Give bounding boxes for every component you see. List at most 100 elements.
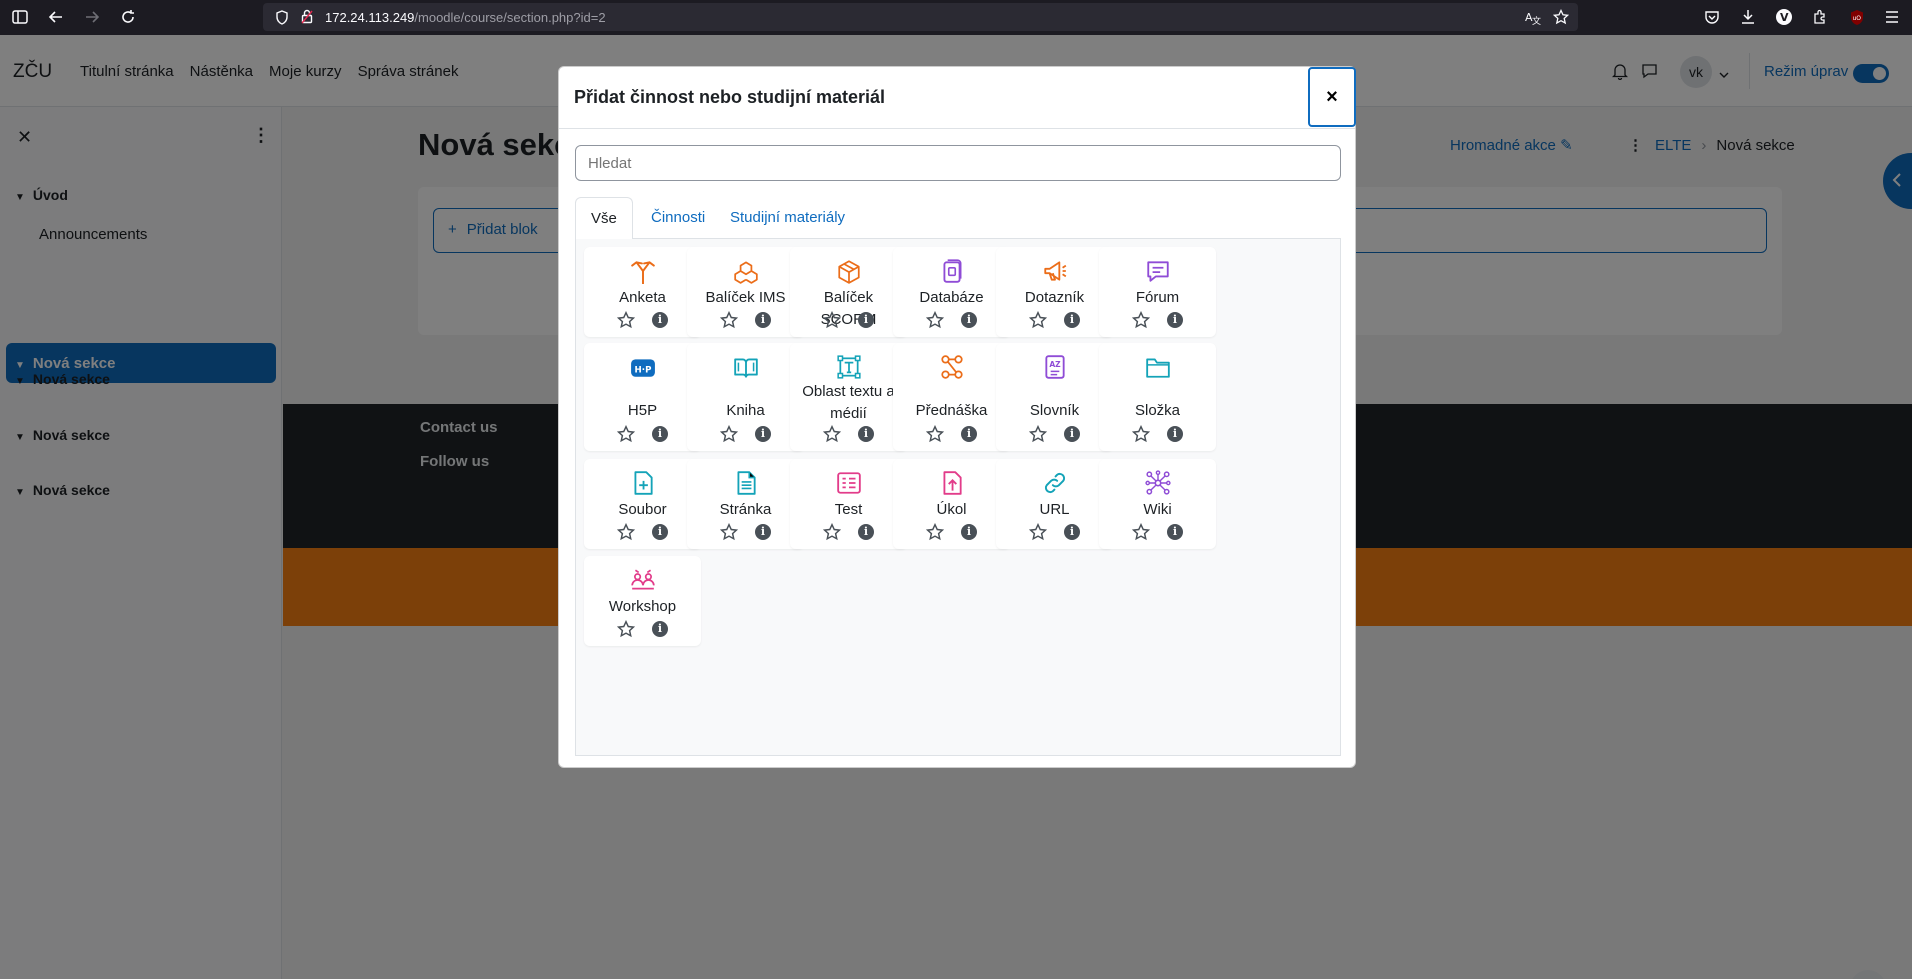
activity-option[interactable]: Balíček IMS i: [687, 247, 804, 337]
star-icon[interactable]: [1131, 522, 1151, 541]
activity-option-label: Balíček SCORM: [820, 289, 877, 328]
info-icon[interactable]: i: [652, 524, 668, 540]
activity-option[interactable]: Dotazník i: [996, 247, 1113, 337]
activity-option[interactable]: Test i: [790, 459, 907, 549]
star-icon[interactable]: [616, 424, 636, 443]
star-icon[interactable]: [1028, 522, 1048, 541]
file-icon: [584, 470, 701, 498]
menu-icon[interactable]: [1882, 7, 1902, 27]
translate-icon[interactable]: A文: [1525, 9, 1541, 30]
info-icon[interactable]: i: [755, 426, 771, 442]
info-icon[interactable]: i: [961, 426, 977, 442]
quiz-icon: [790, 470, 907, 498]
info-icon[interactable]: i: [755, 524, 771, 540]
star-icon[interactable]: [1131, 424, 1151, 443]
tab-all[interactable]: Vše: [575, 197, 633, 240]
activity-option[interactable]: Oblast textu a médií i: [790, 343, 907, 451]
info-icon[interactable]: i: [1167, 312, 1183, 328]
pocket-icon[interactable]: [1702, 7, 1722, 27]
info-icon[interactable]: i: [652, 426, 668, 442]
star-icon[interactable]: [925, 424, 945, 443]
activity-option[interactable]: Přednáška i: [893, 343, 1010, 451]
profile-v-icon[interactable]: V: [1774, 7, 1794, 27]
url-bar[interactable]: 172.24.113.249/moodle/course/section.php…: [263, 3, 1578, 31]
star-icon[interactable]: [719, 522, 739, 541]
shield-icon[interactable]: [275, 10, 289, 30]
star-icon[interactable]: [822, 310, 842, 329]
tab-activities[interactable]: Činnosti: [636, 197, 720, 239]
activity-option-label: H5P: [627, 402, 658, 419]
star-icon[interactable]: [822, 522, 842, 541]
info-icon[interactable]: i: [858, 426, 874, 442]
tab-resources[interactable]: Studijní materiály: [715, 197, 860, 239]
activity-option-label: Anketa: [619, 289, 666, 306]
url-icon: [996, 470, 1113, 498]
scorm-package-icon: [790, 258, 907, 286]
activity-option-label: Stránka: [719, 501, 772, 518]
glossary-icon: AZ: [996, 354, 1113, 382]
activity-option-label: Fórum: [1135, 289, 1180, 306]
extensions-icon[interactable]: [1810, 7, 1830, 27]
info-icon[interactable]: i: [652, 621, 668, 637]
star-icon[interactable]: [925, 310, 945, 329]
bookmark-star-icon[interactable]: [1552, 8, 1570, 30]
star-icon[interactable]: [719, 424, 739, 443]
info-icon[interactable]: i: [652, 312, 668, 328]
activity-option[interactable]: Anketa i: [584, 247, 701, 337]
activity-option[interactable]: AZ Slovník i: [996, 343, 1113, 451]
info-icon[interactable]: i: [858, 312, 874, 328]
info-icon[interactable]: i: [1064, 524, 1080, 540]
download-icon[interactable]: [1738, 7, 1758, 27]
info-icon[interactable]: i: [961, 312, 977, 328]
forward-icon[interactable]: [82, 7, 102, 27]
activity-option-label: Test: [834, 501, 863, 518]
info-icon[interactable]: i: [1064, 426, 1080, 442]
back-icon[interactable]: [46, 7, 66, 27]
info-icon[interactable]: i: [858, 524, 874, 540]
activity-option-label: Slovník: [1029, 402, 1080, 419]
activity-option[interactable]: Workshop i: [584, 556, 701, 646]
activity-option[interactable]: H·P H5P i: [584, 343, 701, 451]
info-icon[interactable]: i: [1167, 524, 1183, 540]
star-icon[interactable]: [822, 424, 842, 443]
activity-option[interactable]: Databáze i: [893, 247, 1010, 337]
search-input[interactable]: [575, 145, 1341, 181]
activity-option[interactable]: Složka i: [1099, 343, 1216, 451]
star-icon[interactable]: [616, 310, 636, 329]
reload-icon[interactable]: [118, 7, 138, 27]
activity-option[interactable]: Fórum i: [1099, 247, 1216, 337]
info-icon[interactable]: i: [1064, 312, 1080, 328]
info-icon[interactable]: i: [755, 312, 771, 328]
star-icon[interactable]: [1131, 310, 1151, 329]
star-icon[interactable]: [719, 310, 739, 329]
lock-icon[interactable]: [301, 9, 313, 29]
info-icon[interactable]: i: [961, 524, 977, 540]
workshop-icon: [584, 567, 701, 595]
activity-option[interactable]: Kniha i: [687, 343, 804, 451]
activity-option[interactable]: Soubor i: [584, 459, 701, 549]
browser-toolbar: 172.24.113.249/moodle/course/section.php…: [0, 0, 1912, 35]
svg-text:uO: uO: [1853, 15, 1862, 22]
sidebar-toggle-icon[interactable]: [10, 7, 30, 27]
activity-option-label: Databáze: [919, 289, 984, 306]
page-icon: [687, 470, 804, 498]
info-icon[interactable]: i: [1167, 426, 1183, 442]
activity-option[interactable]: Stránka i: [687, 459, 804, 549]
ublock-icon[interactable]: uO: [1847, 7, 1867, 27]
activity-chooser-modal: Přidat činnost nebo studijní materiál × …: [558, 66, 1356, 768]
activity-option-label: Složka: [1134, 402, 1181, 419]
activity-option[interactable]: Wiki i: [1099, 459, 1216, 549]
activity-option[interactable]: Balíček SCORM i: [790, 247, 907, 337]
close-button[interactable]: ×: [1308, 67, 1356, 127]
lesson-icon: [893, 354, 1010, 382]
star-icon[interactable]: [1028, 424, 1048, 443]
activity-option[interactable]: Úkol i: [893, 459, 1010, 549]
activity-option-label: Oblast textu a médií: [802, 383, 895, 422]
star-icon[interactable]: [616, 619, 636, 638]
h5p-icon: H·P: [584, 354, 701, 382]
star-icon[interactable]: [925, 522, 945, 541]
ims-package-icon: [687, 258, 804, 286]
star-icon[interactable]: [616, 522, 636, 541]
activity-option[interactable]: URL i: [996, 459, 1113, 549]
star-icon[interactable]: [1028, 310, 1048, 329]
